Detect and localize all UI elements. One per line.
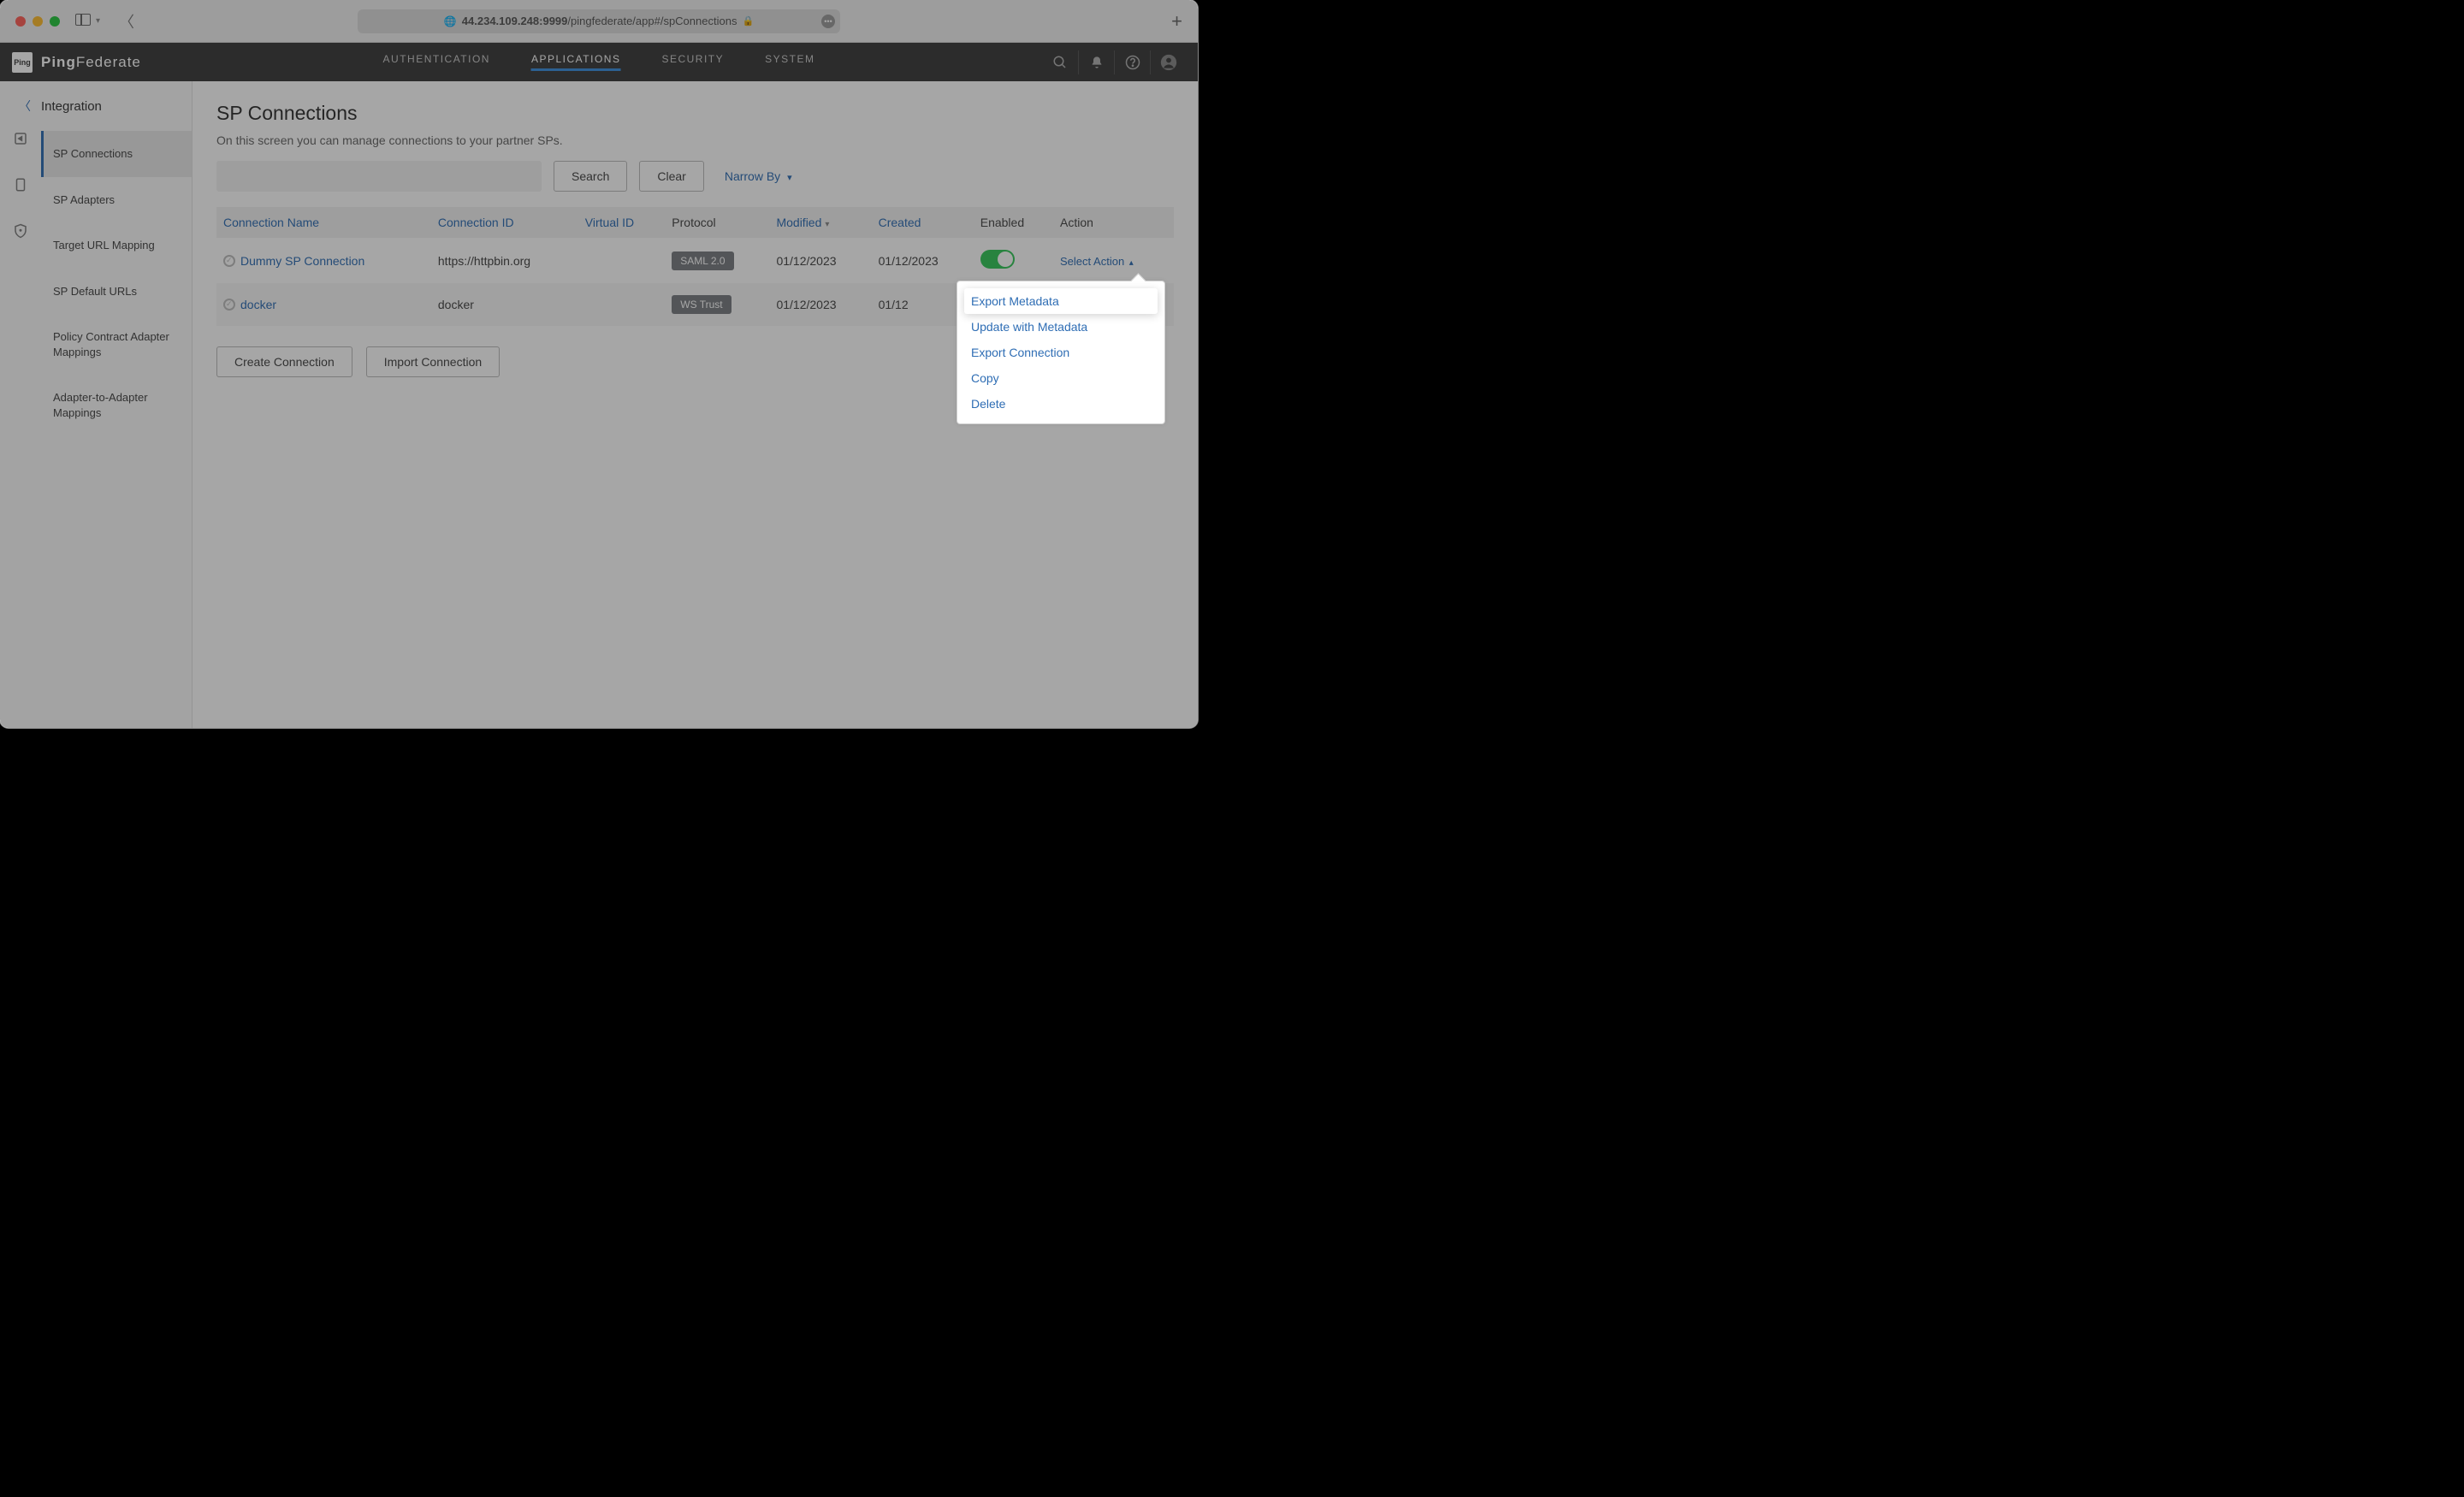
connection-id-cell: https://httpbin.org (431, 238, 578, 283)
more-icon[interactable]: ••• (821, 15, 835, 28)
url-path: /pingfederate/app#/spConnections (567, 15, 737, 27)
page-title: SP Connections (216, 102, 1174, 125)
app-header: Ping PingFederate AUTHENTICATION APPLICA… (0, 43, 1198, 81)
sort-chevron-icon: ▾ (825, 220, 829, 229)
sidebar-header[interactable]: 〈 Integration (0, 81, 192, 131)
url-bar[interactable]: 🌐 44.234.109.248:9999/pingfederate/app#/… (358, 9, 840, 33)
header-icons (1042, 50, 1186, 74)
sidebar-item-label: SP Adapters (53, 193, 115, 206)
user-icon[interactable] (1150, 50, 1186, 74)
col-action: Action (1053, 207, 1174, 238)
help-icon[interactable] (1114, 50, 1150, 74)
sidebar-item-label: Adapter-to-Adapter Mappings (53, 391, 148, 419)
sidebar: 〈 Integration SP Connections SP Adapters… (0, 81, 192, 728)
shield-icon[interactable] (13, 223, 28, 239)
new-tab-icon[interactable]: + (1171, 10, 1182, 33)
col-virtual-id[interactable]: Virtual ID (578, 207, 666, 238)
chevron-down-icon: ▾ (787, 173, 792, 183)
url-host: 44.234.109.248:9999 (462, 15, 568, 27)
connection-name-link[interactable]: Dummy SP Connection (240, 254, 364, 268)
sidebar-item-label: Policy Contract Adapter Mappings (53, 330, 169, 358)
back-icon[interactable]: 〈 (119, 10, 134, 33)
virtual-id-cell (578, 283, 666, 326)
action-dropdown: Export Metadata Update with Metadata Exp… (957, 281, 1165, 424)
protocol-chip: WS Trust (672, 295, 731, 314)
adapter-icon[interactable] (13, 177, 28, 192)
dropdown-item-export-connection[interactable]: Export Connection (964, 340, 1158, 365)
status-icon (223, 255, 235, 267)
modified-cell: 01/12/2023 (769, 238, 871, 283)
dropdown-item-export-metadata[interactable]: Export Metadata (964, 288, 1158, 314)
select-action-dropdown[interactable]: Select Action ▴ (1060, 255, 1134, 268)
maximize-icon[interactable] (50, 16, 60, 27)
bell-icon[interactable] (1078, 50, 1114, 74)
col-enabled: Enabled (974, 207, 1053, 238)
logo-mark: Ping (12, 52, 33, 73)
create-connection-button[interactable]: Create Connection (216, 346, 352, 377)
close-icon[interactable] (15, 16, 26, 27)
dropdown-item-copy[interactable]: Copy (964, 365, 1158, 391)
connection-icon[interactable] (13, 131, 28, 146)
dropdown-item-update-with-metadata[interactable]: Update with Metadata (964, 314, 1158, 340)
main-nav: AUTHENTICATION APPLICATIONS SECURITY SYS… (383, 53, 815, 71)
sidebar-item-label: Target URL Mapping (53, 239, 155, 251)
status-icon (223, 299, 235, 311)
enabled-toggle[interactable] (980, 250, 1015, 269)
search-input[interactable] (216, 161, 542, 192)
chevron-left-icon[interactable]: 〈 (19, 98, 31, 115)
dropdown-item-delete[interactable]: Delete (964, 391, 1158, 417)
page-subtitle: On this screen you can manage connection… (216, 133, 1174, 147)
search-button[interactable]: Search (554, 161, 627, 192)
minimize-icon[interactable] (33, 16, 43, 27)
col-protocol: Protocol (665, 207, 769, 238)
sidebar-item-label: SP Default URLs (53, 285, 137, 298)
nav-authentication[interactable]: AUTHENTICATION (383, 53, 490, 71)
sidebar-toggle-icon[interactable] (75, 14, 91, 28)
sidebar-item-target-url-mapping[interactable]: Target URL Mapping (41, 222, 192, 269)
sidebar-item-label: SP Connections (53, 147, 133, 160)
lock-icon: 🔒 (742, 15, 754, 27)
col-modified[interactable]: Modified▾ (769, 207, 871, 238)
sidebar-item-sp-adapters[interactable]: SP Adapters (41, 177, 192, 223)
clear-button[interactable]: Clear (639, 161, 703, 192)
narrow-by-dropdown[interactable]: Narrow By ▾ (725, 169, 792, 183)
window-controls[interactable] (0, 16, 60, 27)
globe-icon: 🌐 (444, 15, 457, 27)
narrow-by-label: Narrow By (725, 169, 780, 183)
col-created[interactable]: Created (872, 207, 974, 238)
nav-security[interactable]: SECURITY (661, 53, 724, 71)
virtual-id-cell (578, 238, 666, 283)
import-connection-button[interactable]: Import Connection (366, 346, 500, 377)
chevron-up-icon: ▴ (1129, 258, 1134, 268)
search-row: Search Clear Narrow By ▾ (216, 161, 1174, 192)
sidebar-item-sp-connections[interactable]: SP Connections (41, 131, 192, 177)
sidebar-title: Integration (41, 99, 102, 114)
nav-applications[interactable]: APPLICATIONS (531, 53, 620, 71)
app-name: PingFederate (41, 54, 141, 71)
created-cell: 01/12/2023 (872, 238, 974, 283)
col-connection-id[interactable]: Connection ID (431, 207, 578, 238)
browser-window: ▾ 〈 🌐 44.234.109.248:9999/pingfederate/a… (0, 0, 1198, 728)
col-connection-name[interactable]: Connection Name (216, 207, 431, 238)
table-row: Dummy SP Connection https://httpbin.org … (216, 238, 1174, 283)
nav-system[interactable]: SYSTEM (765, 53, 814, 71)
sidebar-items: SP Connections SP Adapters Target URL Ma… (41, 131, 192, 435)
sidebar-item-sp-default-urls[interactable]: SP Default URLs (41, 269, 192, 315)
app-logo[interactable]: Ping PingFederate (12, 52, 141, 73)
search-icon[interactable] (1042, 50, 1078, 74)
connection-name-link[interactable]: docker (240, 298, 276, 311)
modified-cell: 01/12/2023 (769, 283, 871, 326)
sidebar-icon-strip (0, 131, 41, 239)
chevron-down-icon[interactable]: ▾ (96, 16, 100, 26)
sidebar-item-policy-contract-adapter[interactable]: Policy Contract Adapter Mappings (41, 314, 192, 375)
connection-id-cell: docker (431, 283, 578, 326)
sidebar-item-adapter-to-adapter[interactable]: Adapter-to-Adapter Mappings (41, 375, 192, 435)
protocol-chip: SAML 2.0 (672, 251, 733, 270)
browser-titlebar: ▾ 〈 🌐 44.234.109.248:9999/pingfederate/a… (0, 0, 1198, 43)
